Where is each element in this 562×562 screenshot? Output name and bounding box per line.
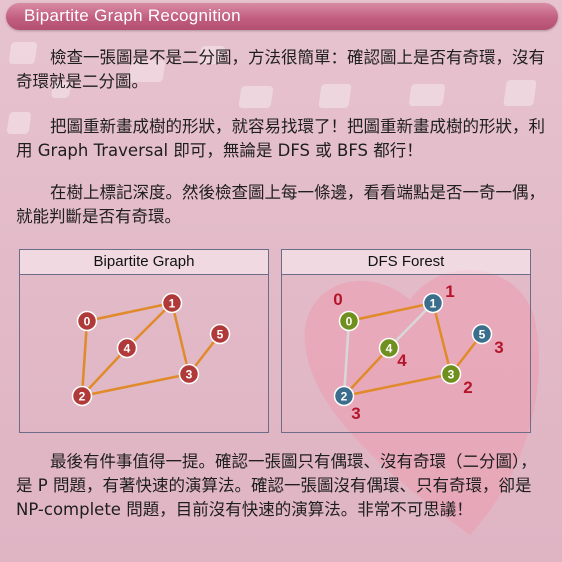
forest-node-3: 3	[440, 363, 462, 385]
page-title: Bipartite Graph Recognition	[24, 6, 241, 25]
svg-text:3: 3	[448, 368, 455, 382]
svg-text:0: 0	[84, 315, 91, 329]
back-edge-0-2	[342, 320, 351, 397]
depth-label-node-1: 1	[445, 282, 454, 301]
svg-text:4: 4	[124, 342, 131, 356]
svg-text:1: 1	[430, 297, 437, 311]
depth-label-node-3: 2	[463, 378, 472, 397]
dfs-forest-diagram: 0 1 2 3 4 5 0 1 3 2 4 3	[333, 282, 503, 423]
forest-node-5: 5	[471, 323, 493, 345]
dfs-forest-panel: DFS Forest 0 1 2 3 4 5 0 1 3 2 4 3	[281, 249, 531, 433]
forest-node-0: 0	[338, 310, 360, 332]
paragraph-redraw-tree: 把圖重新畫成樹的形狀，就容易找環了！把圖重新畫成樹的形狀，利用 Graph Tr…	[16, 117, 545, 160]
edge-0-1	[86, 301, 173, 323]
dfs-forest-panel-title: DFS Forest	[282, 250, 530, 275]
forest-node-1: 1	[422, 292, 444, 314]
bipartite-graph-diagram: 0 1 2 3 4 5	[71, 292, 231, 407]
paragraph-complexity-note: 最後有件事值得一提。確認一張圖只有偶環、沒有奇環（二分圖），是 P 問題，有著快…	[16, 452, 537, 519]
title-bar: Bipartite Graph Recognition	[6, 3, 558, 30]
tree-edge-1-3	[431, 302, 453, 375]
graph-node-4: 4	[116, 337, 138, 359]
graph-node-1: 1	[161, 292, 183, 314]
graph-node-3: 3	[178, 363, 200, 385]
edge-1-3	[170, 302, 191, 375]
depth-label-node-4: 4	[397, 351, 407, 370]
svg-text:2: 2	[79, 390, 86, 404]
graph-node-2: 2	[71, 385, 93, 407]
depth-label-node-5: 3	[494, 338, 503, 357]
svg-text:3: 3	[186, 368, 193, 382]
svg-text:1: 1	[169, 297, 176, 311]
forest-node-2: 2	[333, 385, 355, 407]
edge-0-2	[80, 320, 89, 397]
svg-text:2: 2	[341, 390, 348, 404]
svg-text:0: 0	[346, 315, 353, 329]
bipartite-graph-panel: Bipartite Graph 0 1 2 3 4 5	[19, 249, 269, 433]
svg-text:5: 5	[217, 328, 224, 342]
depth-label-node-2: 3	[351, 404, 360, 423]
svg-text:4: 4	[386, 342, 393, 356]
svg-text:5: 5	[479, 328, 486, 342]
graph-node-5: 5	[209, 323, 231, 345]
tree-edge-0-1	[348, 301, 434, 323]
bipartite-graph-panel-title: Bipartite Graph	[20, 250, 268, 275]
paragraph-intro: 檢查一張圖是不是二分圖，方法很簡單：確認圖上是否有奇環，沒有奇環就是二分圖。	[16, 48, 545, 91]
graph-node-0: 0	[76, 310, 98, 332]
forest-node-4: 4	[378, 337, 400, 359]
paragraph-mark-depth: 在樹上標記深度。然後檢查圖上每一條邊，看看端點是否一奇一偶，就能判斷是否有奇環。	[16, 183, 545, 226]
depth-label-node-0: 0	[333, 290, 342, 309]
